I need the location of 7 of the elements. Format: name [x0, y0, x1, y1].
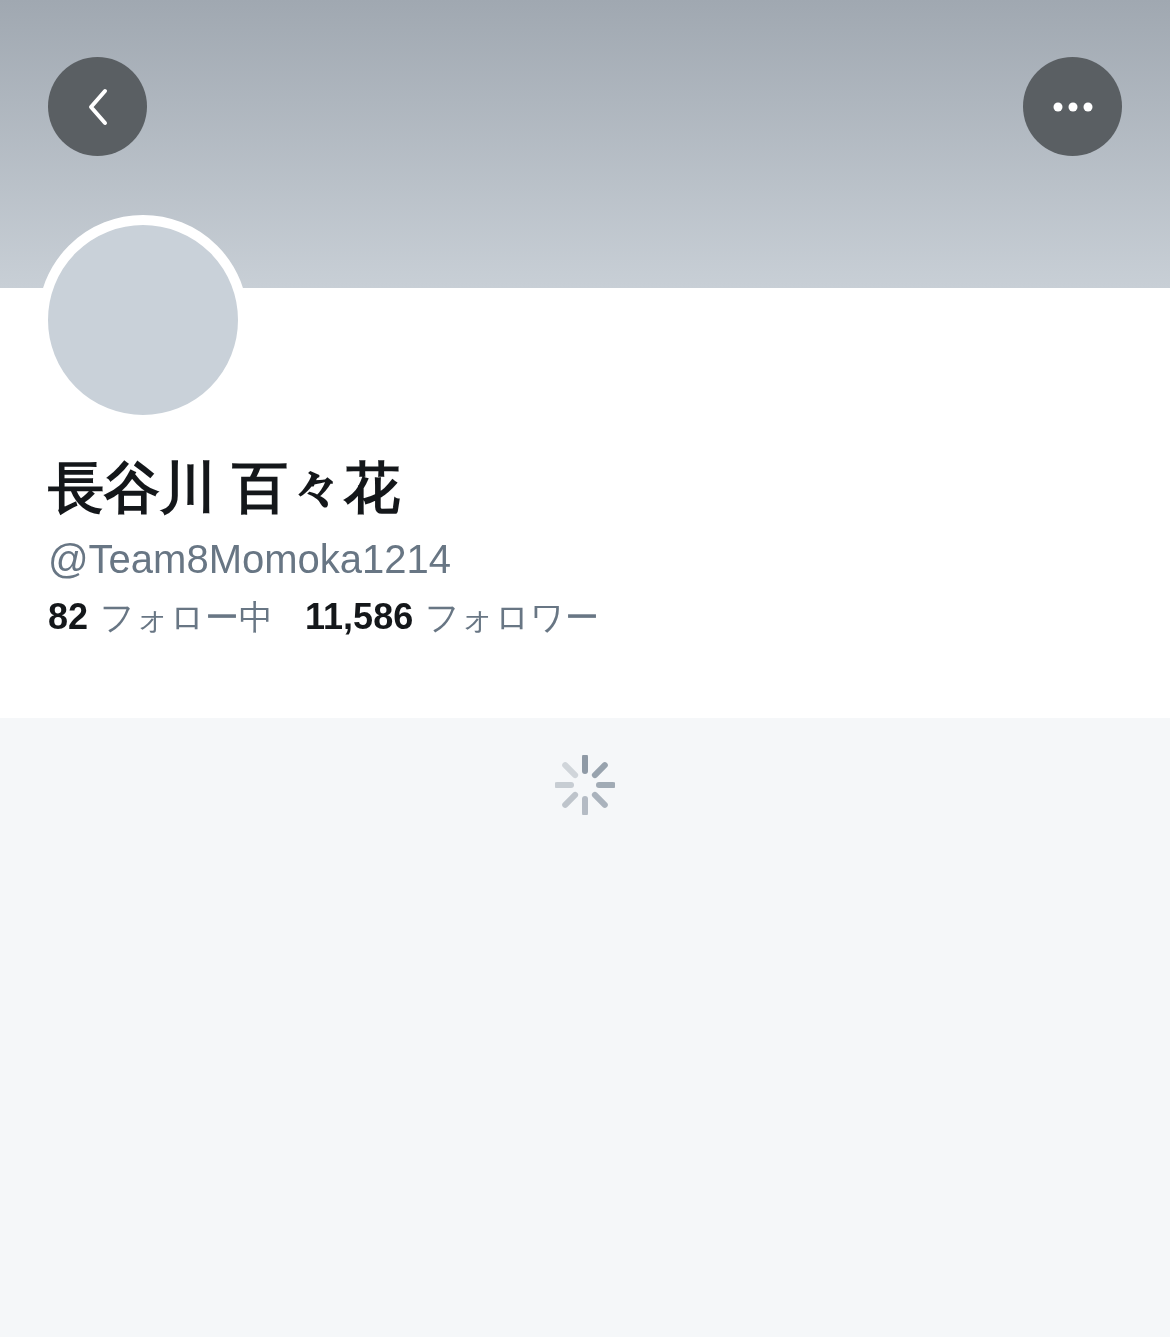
- stat-count[interactable]: 82: [48, 595, 89, 639]
- stat-label[interactable]: フォロワー: [425, 595, 600, 639]
- stat-count[interactable]: 11,586: [305, 595, 414, 639]
- username: @Team8Momoka1214: [48, 536, 452, 583]
- stat-label[interactable]: フォロー中: [100, 595, 274, 639]
- display-name: 長谷川 百々花: [48, 455, 400, 521]
- more-icon: [1052, 101, 1093, 112]
